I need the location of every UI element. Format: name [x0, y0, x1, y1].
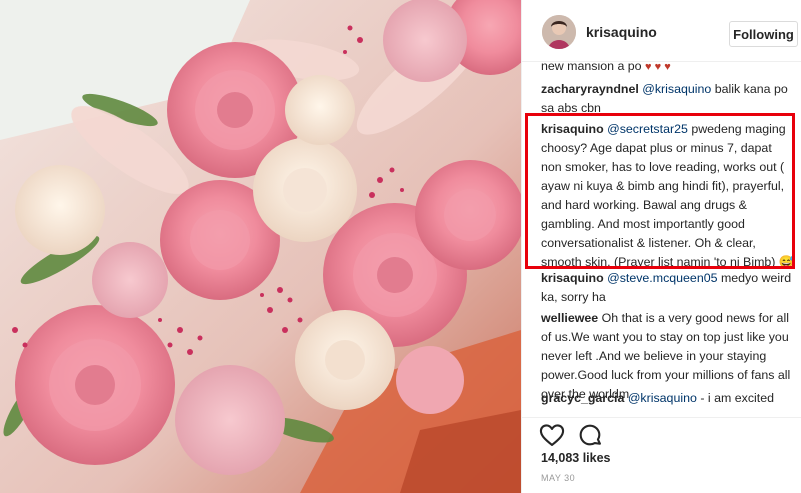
post-date: MAY 30	[541, 473, 576, 483]
comment-icon	[579, 424, 601, 446]
flower-photo-illustration	[0, 0, 521, 493]
post-actions-footer: 14,083 likes MAY 30	[522, 417, 801, 493]
avatar-image	[542, 15, 576, 49]
comment-mention[interactable]: @krisaquino	[642, 82, 711, 96]
post-photo-roses-bouquet[interactable]	[0, 0, 521, 493]
hearts-emoji: ♥ ♥ ♥	[645, 62, 671, 73]
following-button[interactable]: Following	[729, 21, 798, 47]
comment-username[interactable]: krisaquino	[541, 271, 604, 285]
comment-item: krisaquino @steve.mcqueen05 medyo weird …	[541, 269, 795, 307]
likes-count[interactable]: 14,083 likes	[541, 451, 611, 465]
highlight-box	[525, 113, 795, 269]
comment-item: gracyc_garcia @krisaquino - i am excited	[541, 389, 795, 408]
instagram-post-view: krisaquino Following new mansion a po ♥ …	[0, 0, 801, 493]
avatar[interactable]	[542, 15, 576, 49]
comment-username[interactable]: zacharyrayndnel	[541, 82, 639, 96]
comment-mention[interactable]: @steve.mcqueen05	[607, 271, 717, 285]
post-author-username[interactable]: krisaquino	[586, 24, 657, 40]
comment-username[interactable]: gracyc_garcia	[541, 391, 624, 405]
comment-text: new mansion a po	[541, 62, 642, 73]
comment-mention[interactable]: @krisaquino	[628, 391, 697, 405]
comment-username[interactable]: welliewee	[541, 311, 598, 325]
comment-text: - i am excited	[696, 391, 774, 405]
heart-icon	[539, 424, 565, 446]
like-button[interactable]	[538, 421, 566, 449]
comment-button[interactable]	[576, 421, 604, 449]
comment-item: new mansion a po ♥ ♥ ♥	[541, 62, 795, 77]
post-header: krisaquino Following	[522, 0, 801, 62]
